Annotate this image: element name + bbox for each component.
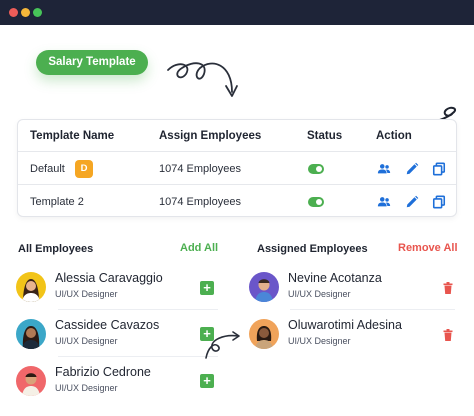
maximize-window-button[interactable] <box>33 8 42 17</box>
copy-icon[interactable] <box>432 162 446 176</box>
employee-role: UI/UX Designer <box>55 289 118 299</box>
employee-role: UI/UX Designer <box>288 336 351 346</box>
list-item: Alessia Caravaggio UI/UX Designer <box>16 268 221 308</box>
header-assign-employees: Assign Employees <box>159 130 262 142</box>
close-window-button[interactable] <box>9 8 18 17</box>
header-template-name: Template Name <box>30 130 115 142</box>
table-header: Template Name Assign Employees Status Ac… <box>18 120 456 152</box>
users-icon[interactable] <box>377 162 391 176</box>
list-item: Fabrizio Cedrone UI/UX Designer <box>16 362 221 402</box>
table-row: Template 2 1074 Employees <box>18 186 456 218</box>
window-titlebar <box>0 0 474 25</box>
add-employee-button[interactable]: + <box>200 281 214 295</box>
list-item: Nevine Acotanza UI/UX Designer <box>249 268 454 308</box>
template-name: Default <box>30 163 65 175</box>
header-action: Action <box>376 130 412 142</box>
add-employee-button[interactable]: + <box>200 374 214 388</box>
employee-name: Alessia Caravaggio <box>55 271 163 285</box>
employee-name: Nevine Acotanza <box>288 271 382 285</box>
assigned-count: 1074 Employees <box>159 163 241 175</box>
add-all-button[interactable]: Add All <box>180 242 218 254</box>
trash-icon[interactable] <box>443 329 453 341</box>
employee-role: UI/UX Designer <box>288 289 351 299</box>
template-table: Template Name Assign Employees Status Ac… <box>17 119 457 217</box>
status-toggle[interactable] <box>308 164 324 174</box>
copy-icon[interactable] <box>432 195 446 209</box>
loop-arrow-icon <box>205 331 240 359</box>
assigned-employees-title: Assigned Employees <box>257 243 368 255</box>
list-item: Oluwarotimi Adesina UI/UX Designer <box>249 315 454 355</box>
employee-role: UI/UX Designer <box>55 383 118 393</box>
avatar <box>249 272 279 302</box>
status-toggle[interactable] <box>308 197 324 207</box>
divider <box>58 309 218 310</box>
avatar <box>16 366 46 396</box>
trash-icon[interactable] <box>443 282 453 294</box>
avatar <box>16 319 46 349</box>
employee-name: Fabrizio Cedrone <box>55 365 151 379</box>
employee-name: Cassidee Cavazos <box>55 318 160 332</box>
avatar <box>16 272 46 302</box>
table-row: Default D 1074 Employees <box>18 153 456 185</box>
divider <box>58 356 218 357</box>
pencil-icon[interactable] <box>405 162 419 176</box>
default-badge: D <box>75 160 93 178</box>
minimize-window-button[interactable] <box>21 8 30 17</box>
divider <box>290 309 455 310</box>
pencil-icon[interactable] <box>405 195 419 209</box>
assigned-count: 1074 Employees <box>159 196 241 208</box>
header-status: Status <box>307 130 343 142</box>
remove-all-button[interactable]: Remove All <box>398 242 458 254</box>
avatar <box>249 319 279 349</box>
list-item: Cassidee Cavazos UI/UX Designer <box>16 315 221 355</box>
all-employees-title: All Employees <box>18 243 94 255</box>
employee-name: Oluwarotimi Adesina <box>288 318 402 332</box>
employee-role: UI/UX Designer <box>55 336 118 346</box>
template-name: Template 2 <box>30 196 84 208</box>
users-icon[interactable] <box>377 195 391 209</box>
salary-template-button[interactable]: Salary Template <box>36 50 148 75</box>
curly-arrow-icon <box>167 62 238 97</box>
